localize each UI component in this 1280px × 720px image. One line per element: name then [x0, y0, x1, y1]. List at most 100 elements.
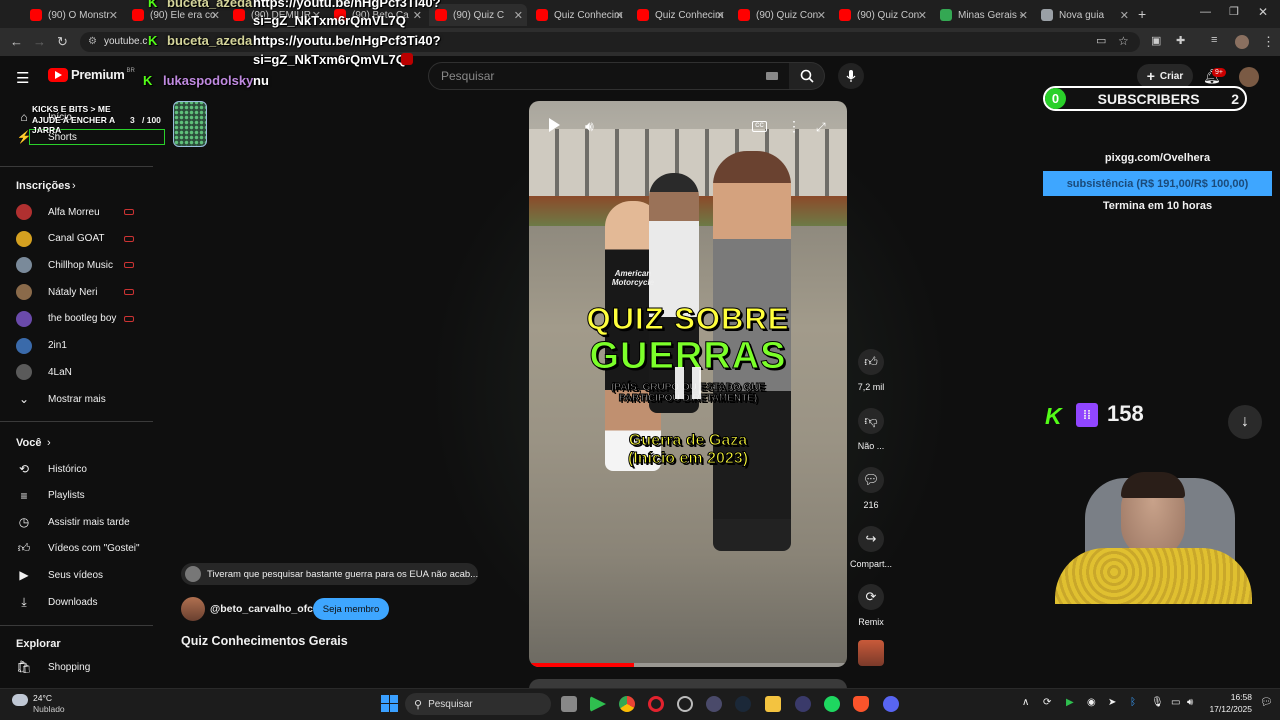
back-icon[interactable]: ← [10, 34, 23, 49]
sidebar-item-subscription[interactable]: Chillhop Music [0, 252, 150, 278]
close-window-icon[interactable]: ✕ [1258, 5, 1268, 19]
sidebar-item-subscription[interactable]: the bootleg boy [0, 306, 150, 332]
fullscreen-icon[interactable]: ⤢ [816, 120, 826, 135]
tray-icon[interactable]: ⟳ [1043, 697, 1051, 708]
sidebar-item-playlist[interactable]: ≡ Playlists [0, 483, 150, 509]
app-icon[interactable] [677, 696, 693, 712]
app-icon[interactable] [795, 696, 811, 712]
browser-tab[interactable]: (90) Quiz Con ✕ [833, 4, 931, 26]
share-button[interactable]: ↪ [858, 526, 884, 552]
bookmark-star-icon[interactable]: ☆ [1118, 34, 1129, 48]
tab-close-icon[interactable]: ✕ [514, 9, 523, 22]
create-button[interactable]: + Criar [1137, 64, 1193, 88]
opera-icon[interactable] [648, 696, 664, 712]
display-icon[interactable]: ▭ [1171, 697, 1180, 708]
browser-tab[interactable]: Nova guia ✕ [1035, 4, 1133, 26]
captions-icon[interactable]: CC [752, 121, 767, 132]
brave-icon[interactable] [853, 696, 869, 712]
voice-search-button[interactable] [838, 63, 864, 89]
channel-name[interactable]: @beto_carvalho_ofc [210, 603, 313, 615]
microphone-icon[interactable]: 🎙︎ [1151, 697, 1164, 708]
sidebar-item-watch-later[interactable]: ◷ Assistir mais tarde [0, 509, 150, 535]
sidebar-item-history[interactable]: ⟲ Histórico [0, 456, 150, 482]
remix-button[interactable]: ⟳ [858, 584, 884, 610]
keyboard-icon[interactable] [766, 72, 778, 80]
sidebar-item-subscription[interactable]: 2in1 [0, 333, 150, 359]
account-avatar[interactable] [1239, 67, 1259, 87]
short-video-player[interactable]: American Motorcycle QUIZ SOBRE GUERRAS (… [529, 101, 847, 667]
new-tab-icon[interactable]: + [1138, 6, 1146, 22]
search-input[interactable]: Pesquisar [428, 62, 790, 90]
tab-close-icon[interactable]: ✕ [1019, 9, 1028, 22]
file-explorer-icon[interactable] [765, 696, 781, 712]
tab-close-icon[interactable]: ✕ [1120, 9, 1129, 22]
tray-icon[interactable]: ▶ [1066, 697, 1074, 708]
browser-tab[interactable]: Quiz Conhecim ✕ [530, 4, 628, 26]
play-icon[interactable] [549, 118, 560, 132]
hamburger-menu-icon[interactable]: ☰ [16, 69, 29, 87]
tab-close-icon[interactable]: ✕ [918, 9, 927, 22]
weather-cloud-icon[interactable] [12, 694, 28, 706]
browser-menu-icon[interactable]: ⋮ [1262, 34, 1275, 50]
tab-close-icon[interactable]: ✕ [211, 9, 220, 22]
show-more-button[interactable]: ⌄ Mostrar mais [0, 386, 150, 412]
browser-tab[interactable]: (90) O Monstr ✕ [24, 4, 122, 26]
spotify-icon[interactable] [824, 696, 840, 712]
reading-list-icon[interactable]: ≡ [1211, 34, 1217, 46]
bluetooth-icon[interactable]: ᛒ [1130, 697, 1136, 708]
minimize-icon[interactable]: — [1200, 6, 1211, 18]
tab-close-icon[interactable]: ✕ [817, 9, 826, 22]
tab-close-icon[interactable]: ✕ [615, 9, 624, 22]
sidebar-item-subscription[interactable]: Alfa Morreu [0, 199, 150, 225]
notification-center-icon[interactable]: 💬︎ [1260, 697, 1273, 708]
comment-preview[interactable]: Tiveram que pesquisar bastante guerra pa… [181, 563, 478, 585]
sidebar-item-like[interactable]: 👍︎ Vídeos com "Gostei" [0, 536, 150, 562]
more-options-icon[interactable]: ⋮ [787, 118, 801, 135]
search-button[interactable] [789, 62, 825, 90]
windows-start-icon[interactable] [381, 695, 398, 712]
extension-icon[interactable]: ▣ [1151, 34, 1161, 47]
sidebar-item-your-videos[interactable]: ▶ Seus vídeos [0, 562, 150, 588]
taskbar-search[interactable]: ⚲ Pesquisar [405, 693, 551, 715]
tab-close-icon[interactable]: ✕ [109, 9, 118, 22]
chrome-icon[interactable] [619, 696, 635, 712]
reload-icon[interactable]: ↻ [57, 34, 68, 50]
scroll-down-arrow-icon[interactable]: ↓ [1228, 405, 1262, 439]
browser-tab[interactable]: Quiz Conhecim ✕ [631, 4, 729, 26]
sidebar-item-subscription[interactable]: 4LaN [0, 359, 150, 385]
clock-time[interactable]: 16:58 [1212, 692, 1252, 702]
channel-avatar[interactable] [181, 597, 205, 621]
tray-icon[interactable]: ➤ [1108, 697, 1116, 708]
comments-button[interactable]: 💬︎ [858, 467, 884, 493]
clock-date[interactable]: 17/12/2025 [1200, 704, 1252, 714]
video-title[interactable]: Quiz Conhecimentos Gerais [181, 634, 348, 648]
site-info-icon[interactable]: ⚙ [88, 36, 97, 47]
sidebar-item-subscription[interactable]: Nátaly Neri [0, 279, 150, 305]
profile-avatar[interactable] [1235, 35, 1249, 49]
speaker-icon[interactable]: 🔊︎ [1187, 697, 1193, 708]
tab-close-icon[interactable]: ✕ [413, 9, 422, 22]
maximize-icon[interactable]: ❐ [1229, 5, 1239, 18]
dislike-button[interactable]: 👎︎ [858, 408, 884, 434]
tab-close-icon[interactable]: ✕ [716, 9, 725, 22]
puzzle-icon[interactable]: ✚ [1176, 34, 1185, 47]
browser-tab[interactable]: Minas Gerais - ✕ [934, 4, 1032, 26]
youtube-premium-logo[interactable]: Premium BR [48, 67, 135, 82]
sidebar-item-shopping[interactable]: 🛍︎ Shopping [0, 654, 150, 680]
volume-icon[interactable]: 🔊︎ [585, 118, 594, 135]
tray-icon[interactable]: ◉ [1087, 697, 1096, 708]
sidebar-item-subscription[interactable]: Canal GOAT [0, 226, 150, 252]
discord-icon[interactable] [883, 696, 899, 712]
browser-tab[interactable]: (90) Quiz C ✕ [429, 4, 527, 26]
forward-icon[interactable]: → [33, 34, 46, 49]
task-view-icon[interactable] [561, 696, 577, 712]
install-icon[interactable]: ▭ [1096, 34, 1106, 47]
audio-track-thumbnail[interactable] [858, 640, 884, 666]
subscriptions-header[interactable]: Inscrições [16, 180, 70, 192]
sidebar-item-download[interactable]: ⤓ Downloads [0, 589, 150, 615]
tray-expand-icon[interactable]: ∧ [1022, 697, 1029, 708]
app-icon[interactable] [706, 696, 722, 712]
you-header[interactable]: Você [16, 437, 41, 449]
join-member-button[interactable]: Seja membro [313, 598, 389, 620]
like-button[interactable]: 👍︎ [858, 349, 884, 375]
